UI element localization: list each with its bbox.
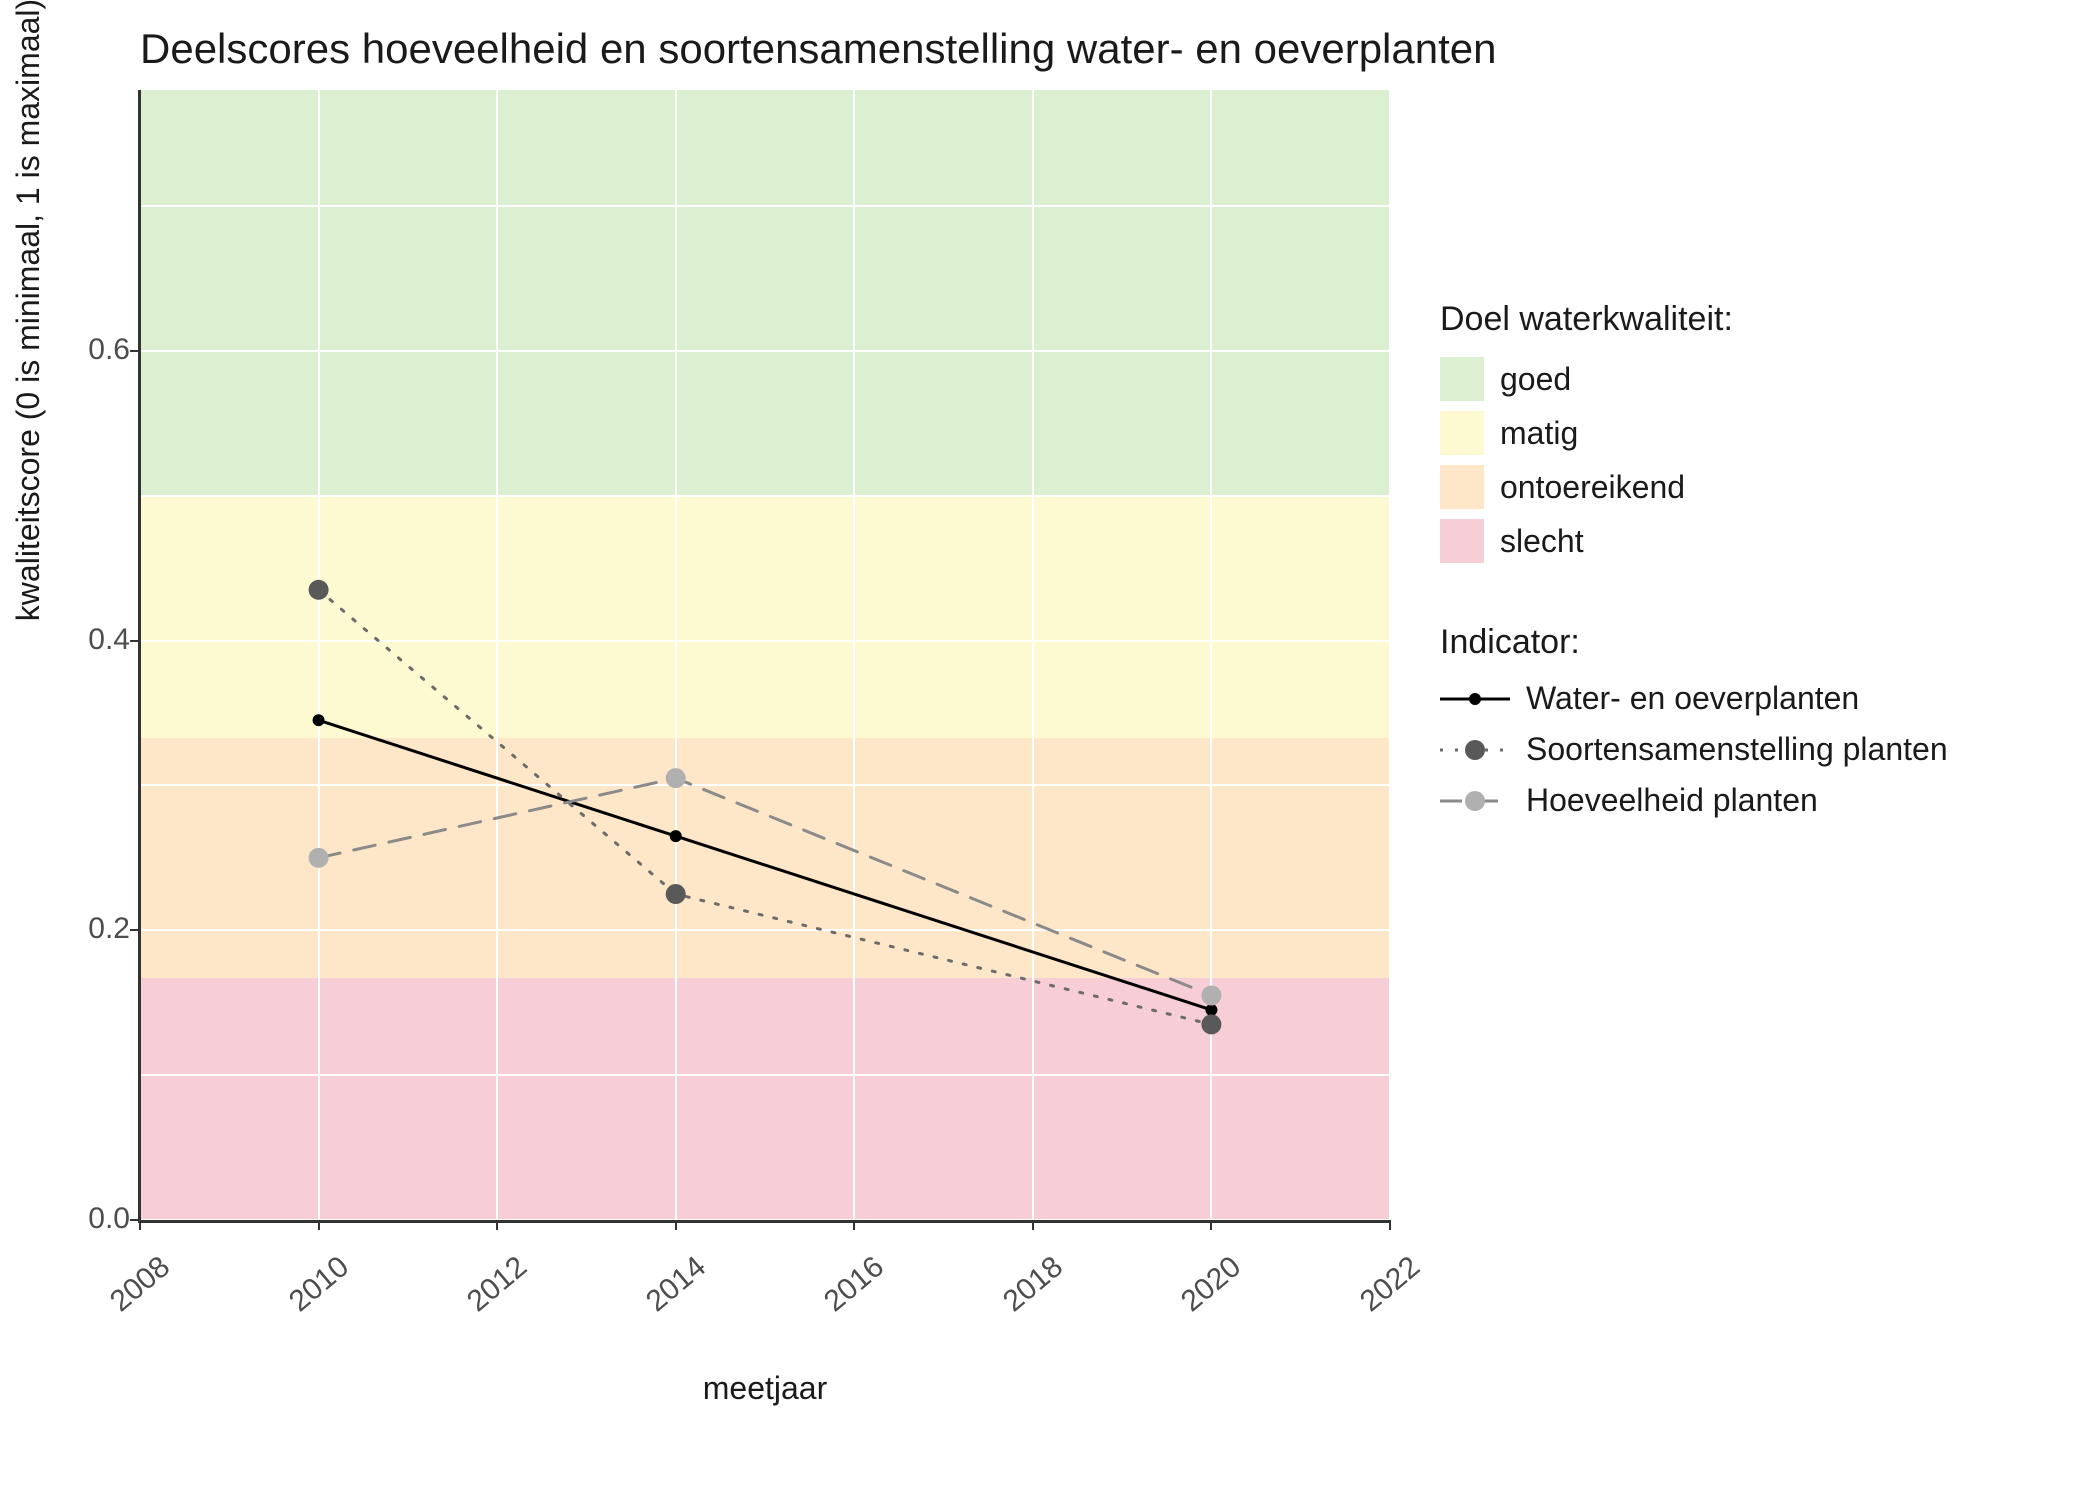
legend: Doel waterkwaliteit: goed matig ontoereike… — [1440, 300, 2060, 879]
legend-swatch — [1440, 411, 1484, 455]
legend-bands-title: Doel waterkwaliteit: — [1440, 300, 2060, 339]
legend-series-icon — [1440, 682, 1510, 716]
x-tick-label: 2008 — [78, 1250, 176, 1340]
x-tick-label: 2010 — [257, 1250, 355, 1340]
y-tick-mark — [130, 929, 140, 931]
y-tick-mark — [130, 640, 140, 642]
series-point — [1205, 1004, 1217, 1016]
legend-series-title: Indicator: — [1440, 623, 2060, 662]
chart-container: Deelscores hoeveelheid en soortensamenst… — [0, 0, 2100, 1500]
legend-series-item: Hoeveelheid planten — [1440, 782, 2060, 819]
y-tick-label: 0.0 — [10, 1202, 130, 1236]
x-tick-mark — [675, 1220, 677, 1230]
series-point — [1201, 1014, 1221, 1034]
x-tick-mark — [139, 1220, 141, 1230]
legend-series-icon — [1440, 784, 1510, 818]
x-tick-mark — [1032, 1220, 1034, 1230]
legend-band-item: ontoereikend — [1440, 465, 2060, 509]
series-point — [313, 714, 325, 726]
y-axis-line — [138, 90, 141, 1223]
legend-series-label: Soortensamenstelling planten — [1526, 731, 1948, 768]
series-point — [666, 768, 686, 788]
x-axis-line — [140, 1220, 1390, 1223]
legend-band-label: slecht — [1500, 523, 1584, 560]
legend-series-item: Water- en oeverplanten — [1440, 680, 2060, 717]
x-tick-mark — [1210, 1220, 1212, 1230]
series-point — [309, 580, 329, 600]
legend-band-label: goed — [1500, 361, 1571, 398]
legend-swatch — [1440, 357, 1484, 401]
x-tick-label: 2018 — [971, 1250, 1069, 1340]
x-tick-label: 2012 — [436, 1250, 534, 1340]
data-lines — [140, 90, 1390, 1220]
x-tick-label: 2014 — [614, 1250, 712, 1340]
series-line — [319, 590, 1212, 1025]
x-axis-title: meetjaar — [140, 1370, 1390, 1407]
series-point — [666, 884, 686, 904]
series-point — [1201, 985, 1221, 1005]
legend-band-item: matig — [1440, 411, 2060, 455]
x-tick-mark — [1389, 1220, 1391, 1230]
x-tick-label: 2020 — [1150, 1250, 1248, 1340]
legend-band-item: slecht — [1440, 519, 2060, 563]
y-tick-label: 0.2 — [10, 912, 130, 946]
legend-series: Indicator: Water- en oeverplanten Soorten… — [1440, 623, 2060, 819]
series-line — [319, 778, 1212, 995]
x-tick-mark — [496, 1220, 498, 1230]
legend-series-label: Hoeveelheid planten — [1526, 782, 1818, 819]
y-tick-mark — [130, 350, 140, 352]
x-tick-mark — [853, 1220, 855, 1230]
x-tick-label: 2022 — [1328, 1250, 1426, 1340]
legend-series-label: Water- en oeverplanten — [1526, 680, 1859, 717]
series-point — [670, 830, 682, 842]
legend-swatch — [1440, 519, 1484, 563]
x-tick-label: 2016 — [793, 1250, 891, 1340]
chart-title: Deelscores hoeveelheid en soortensamenst… — [140, 25, 1497, 73]
legend-band-item: goed — [1440, 357, 2060, 401]
series-line — [319, 720, 1212, 1010]
x-tick-mark — [318, 1220, 320, 1230]
legend-series-item: Soortensamenstelling planten — [1440, 731, 2060, 768]
plot-area — [140, 90, 1390, 1220]
legend-band-label: matig — [1500, 415, 1578, 452]
legend-bands: Doel waterkwaliteit: goed matig ontoereike… — [1440, 300, 2060, 563]
legend-swatch — [1440, 465, 1484, 509]
legend-band-label: ontoereikend — [1500, 469, 1685, 506]
y-axis-title: kwaliteitscore (0 is minimaal, 1 is maxi… — [10, 0, 47, 660]
series-point — [309, 848, 329, 868]
legend-series-icon — [1440, 733, 1510, 767]
